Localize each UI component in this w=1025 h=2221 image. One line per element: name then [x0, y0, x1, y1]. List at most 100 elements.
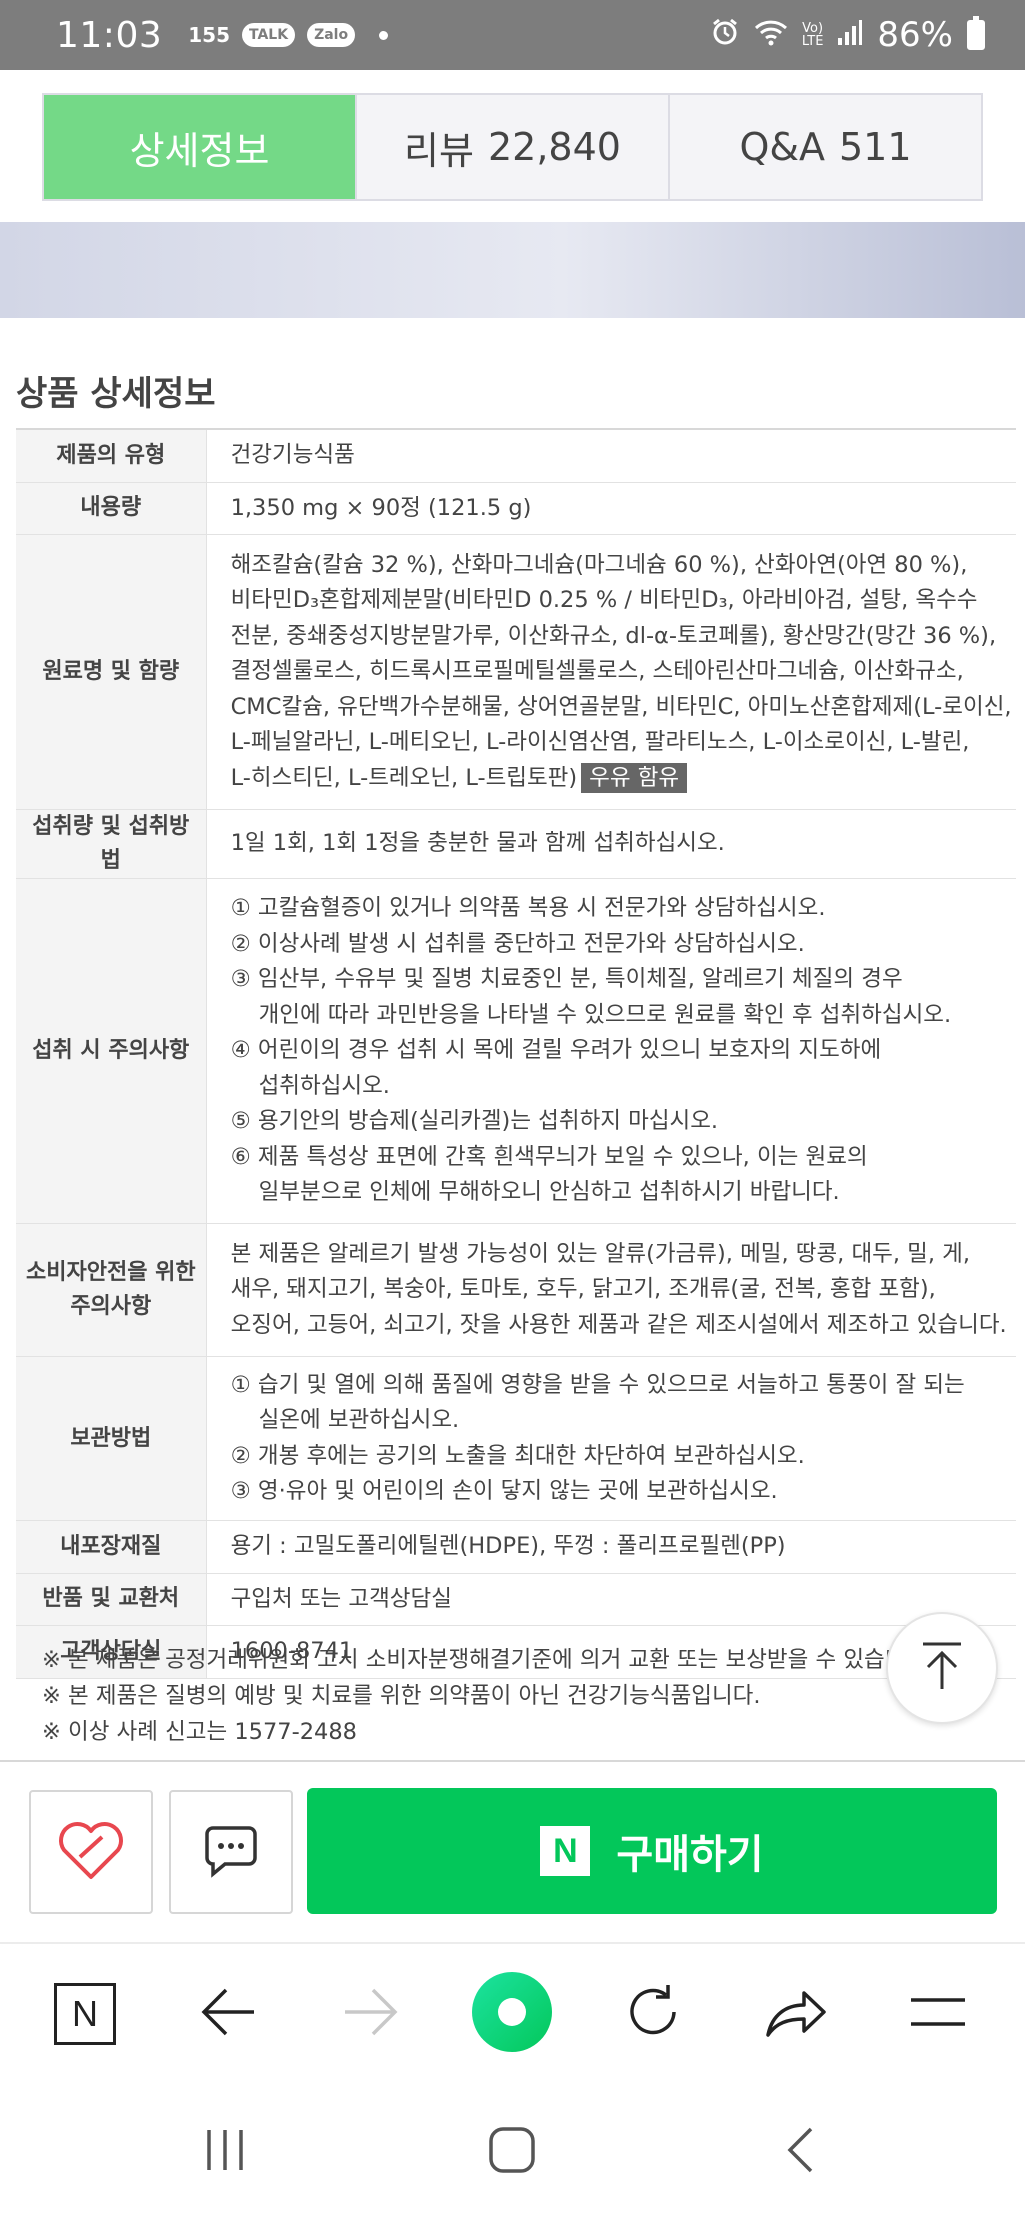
clock: 11:03 [56, 14, 163, 56]
caution-line: 개인에 따라 과민반응을 나타낼 수 있으므로 원료를 확인 후 섭취하십시오. [258, 1001, 952, 1028]
caution-line: ② 이상사례 발생 시 섭취를 중단하고 전문가와 상담하십시오. [230, 930, 805, 957]
share-icon [764, 1985, 828, 2043]
table-row: 원료명 및 함량 해조칼슘(칼슘 32 %), 산화마그네슘(마그네슘 60 %… [16, 534, 1016, 810]
tab-details-label: 상세정보 [129, 128, 270, 173]
refresh-button[interactable] [603, 1964, 703, 2064]
caution-line: ① 고칼슘혈증이 있거나 의약품 복용 시 전문가와 상담하십시오. [230, 895, 826, 922]
note-line: ※ 이상 사례 신고는 1577-2488 [42, 1719, 358, 1745]
caution-line: ④ 어린이의 경우 섭취 시 목에 걸릴 우려가 있으니 보호자의 지도하에 [230, 1037, 882, 1064]
storage-line: 실온에 보관하십시오. [258, 1407, 460, 1433]
row-value: 본 제품은 알레르기 발생 가능성이 있는 알류(가금류), 메밀, 땅콩, 대… [206, 1223, 1016, 1357]
ingredient-line: 전분, 중쇄중성지방분말가루, 이산화규소, dl-α-토코페롤), 황산망간(… [230, 622, 997, 649]
table-row: 내용량 1,350 mg × 90정 (121.5 g) [16, 482, 1016, 535]
battery-icon [967, 16, 985, 50]
allergen-line: 새우, 돼지고기, 복숭아, 토마토, 호두, 닭고기, 조개류(굴, 전복, … [230, 1276, 936, 1303]
tab-details[interactable]: 상세정보 [44, 95, 355, 199]
note-line: ※ 본 제품은 질병의 예방 및 치료를 위한 의약품이 아닌 건강기능식품입니… [42, 1683, 761, 1709]
product-image-banner [0, 222, 1025, 318]
forward-button[interactable] [321, 1964, 421, 2064]
storage-line: ③ 영·유아 및 어린이의 손이 닿지 않는 곳에 보관하십시오. [230, 1478, 778, 1504]
caution-line: ③ 임산부, 수유부 및 질병 치료중인 분, 특이체질, 알레르기 체질의 경… [230, 966, 903, 993]
caution-line: ⑥ 제품 특성상 표면에 간혹 흰색무늬가 보일 수 있으나, 이는 원료의 [230, 1143, 868, 1170]
buy-button[interactable]: N 구매하기 [307, 1788, 997, 1914]
row-value: 건강기능식품 [206, 429, 1016, 483]
row-header: 내포장재질 [16, 1520, 207, 1574]
row-header: 반품 및 교환처 [16, 1573, 207, 1626]
ingredient-line: 비타민D₃혼합제제분말(비타민D 0.25 % / 비타민D₃, 아라비아검, … [230, 587, 978, 614]
wishlist-button[interactable] [29, 1790, 153, 1914]
row-header: 제품의 유형 [16, 429, 207, 483]
ingredient-line: 해조칼슘(칼슘 32 %), 산화마그네슘(마그네슘 60 %), 산화아연(아… [230, 551, 968, 578]
row-header: 보관방법 [16, 1356, 207, 1521]
tab-qna-count: 511 [839, 125, 912, 169]
note-line: ※ 본 제품은 공정거래위원회 고시 소비자분쟁해결기준에 의거 교환 또는 보… [42, 1647, 934, 1673]
share-button[interactable] [746, 1964, 846, 2064]
row-header: 소비자안전을 위한 주의사항 [16, 1223, 207, 1357]
naver-green-dot-button[interactable] [462, 1964, 562, 2064]
menu-button[interactable] [888, 1964, 988, 2064]
kakaotalk-notification-icon: TALK [242, 23, 296, 47]
recent-apps-button[interactable] [175, 2112, 275, 2192]
ingredient-text: L-히스티딘, L-트레오닌, L-트립토판) [230, 764, 578, 791]
row-value: ① 고칼슘혈증이 있거나 의약품 복용 시 전문가와 상담하십시오. ② 이상사… [206, 878, 1016, 1224]
ingredient-line: CMC칼슘, 유단백가수분해물, 상어연골분말, 비타민C, 아미노산혼합제제(… [230, 693, 1012, 720]
table-row: 내포장재질 용기 : 고밀도폴리에틸렌(HDPE), 뚜껑 : 폴리프로필렌(P… [16, 1520, 1016, 1574]
naver-home-button[interactable]: N [35, 1964, 135, 2064]
caution-line: ⑤ 용기안의 방습제(실리카겔)는 섭취하지 마십시오. [230, 1108, 719, 1135]
status-bar: 11:03 155 TALK Zalo Vo) LTE 86% [0, 0, 1025, 70]
row-header: 원료명 및 함량 [16, 534, 207, 810]
signal-strength-icon [837, 18, 863, 53]
row-header: 섭취 시 주의사항 [16, 878, 207, 1224]
naver-pay-logo-icon: N [540, 1826, 591, 1876]
forward-arrow-icon [343, 1987, 399, 2041]
table-row: 섭취 시 주의사항 ① 고칼슘혈증이 있거나 의약품 복용 시 전문가와 상담하… [16, 878, 1016, 1224]
tab-reviews[interactable]: 리뷰 22,840 [355, 95, 668, 199]
purchase-bar: N 구매하기 [0, 1762, 1025, 1942]
buy-button-label: 구매하기 [616, 1832, 764, 1878]
ingredient-line: 결정셀룰로스, 히드록시프로필메틸셀룰로스, 스테아린산마그네슘, 이산화규소, [230, 658, 964, 685]
row-header: 내용량 [16, 482, 207, 535]
row-value: ① 습기 및 열에 의해 품질에 영향을 받을 수 있으므로 서늘하고 통풍이 … [206, 1356, 1016, 1521]
allergen-line: 오징어, 고등어, 쇠고기, 잣을 사용한 제품과 같은 제조시설에서 제조하고… [230, 1311, 1007, 1338]
scroll-to-top-button[interactable] [886, 1612, 998, 1724]
table-row: 제품의 유형 건강기능식품 [16, 429, 1016, 483]
chat-bubble-icon [203, 1822, 259, 1882]
menu-icon [909, 1996, 967, 2032]
row-header: 섭취량 및 섭취방법 [16, 809, 207, 879]
table-row: 섭취량 및 섭취방법 1일 1회, 1회 1정을 충분한 물과 함께 섭취하십시… [16, 809, 1016, 879]
caution-line: 섭취하십시오. [258, 1072, 390, 1099]
row-value: 구입처 또는 고객상담실 [206, 1573, 1016, 1626]
zalo-notification-icon: Zalo [307, 23, 356, 47]
home-button[interactable] [462, 2112, 562, 2192]
refresh-icon [622, 1981, 684, 2047]
android-navigation-bar [0, 2082, 1025, 2221]
notification-count: 155 [188, 23, 230, 47]
back-nav-button[interactable] [750, 2112, 850, 2192]
section-title: 상품 상세정보 [16, 374, 216, 414]
table-row: 반품 및 교환처 구입처 또는 고객상담실 [16, 1573, 1016, 1626]
storage-line: ② 개봉 후에는 공기의 노출을 최대한 차단하여 보관하십시오. [230, 1442, 805, 1469]
ingredient-line: L-히스티딘, L-트레오닌, L-트립토판) 우유 함유 [231, 761, 1012, 797]
row-header-line: 소비자안전을 위한 [26, 1260, 196, 1285]
product-info-table: 제품의 유형 건강기능식품 내용량 1,350 mg × 90정 (121.5 … [16, 428, 1016, 1679]
tab-reviews-count: 22,840 [487, 125, 621, 169]
tab-qna-label: Q&A [739, 125, 825, 169]
detail-tabs: 상세정보 리뷰 22,840 Q&A 511 [42, 93, 983, 201]
home-icon [488, 2126, 536, 2178]
allergen-line: 본 제품은 알레르기 발생 가능성이 있는 알류(가금류), 메밀, 땅콩, 대… [230, 1240, 971, 1267]
more-notifications-dot-icon [379, 30, 389, 40]
chat-inquiry-button[interactable] [169, 1790, 293, 1914]
heart-icon [56, 1819, 126, 1885]
green-dot-icon [470, 1970, 554, 2058]
back-arrow-icon [200, 1987, 256, 2041]
table-row: 소비자안전을 위한 주의사항 본 제품은 알레르기 발생 가능성이 있는 알류(… [16, 1223, 1016, 1357]
back-button[interactable] [178, 1964, 278, 2064]
alarm-icon [710, 17, 740, 54]
tab-qna[interactable]: Q&A 511 [668, 95, 981, 199]
table-row: 보관방법 ① 습기 및 열에 의해 품질에 영향을 받을 수 있으므로 서늘하고… [16, 1356, 1016, 1521]
row-value: 1일 1회, 1회 1정을 충분한 물과 함께 섭취하십시오. [206, 809, 1016, 879]
ingredient-line: L-페닐알라닌, L-메티오닌, L-라이신염산염, 팔라티노스, L-이소로이… [230, 729, 970, 756]
battery-percent: 86% [877, 15, 953, 55]
row-header-line: 주의사항 [70, 1294, 152, 1319]
milk-allergen-badge: 우유 함유 [581, 762, 688, 793]
